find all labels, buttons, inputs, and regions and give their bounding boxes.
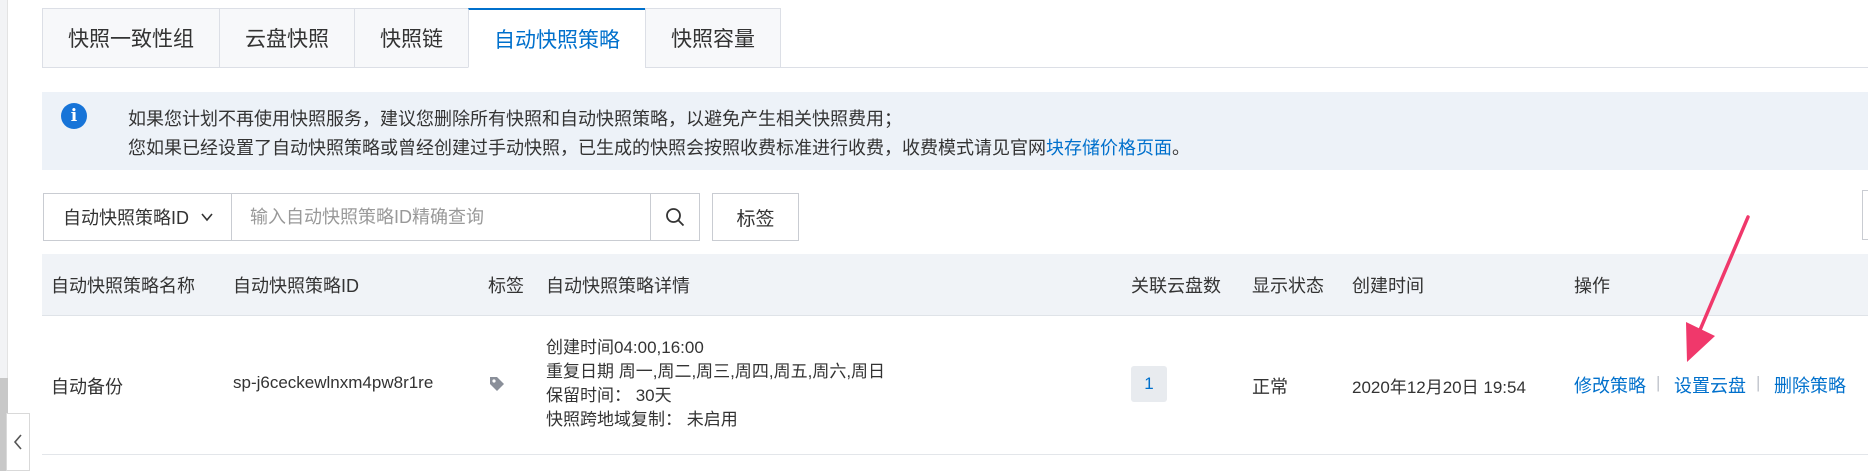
modify-policy-link[interactable]: 修改策略	[1574, 372, 1646, 398]
info-icon: i	[61, 103, 87, 129]
search-button[interactable]	[650, 193, 700, 241]
header-created: 创建时间	[1352, 276, 1424, 296]
header-status: 显示状态	[1252, 276, 1324, 296]
notice-line-1: 如果您计划不再使用快照服务，建议您删除所有快照和自动快照策略，以避免产生相关快照…	[128, 109, 902, 129]
collapse-sidebar-button[interactable]	[6, 413, 30, 471]
search-input[interactable]	[231, 193, 651, 241]
notice-line-2-text: 您如果已经设置了自动快照策略或曾经创建过手动快照，已生成的快照会按照收费标准进行…	[128, 138, 1046, 158]
header-tag: 标签	[488, 276, 524, 296]
search-field-select[interactable]: 自动快照策略ID	[43, 193, 232, 241]
header-disk-count: 关联云盘数	[1131, 276, 1221, 296]
left-edge-strip	[0, 0, 8, 471]
policy-name: 自动备份	[51, 377, 123, 397]
right-edge-button[interactable]	[1862, 190, 1868, 240]
notice-line-2-end: 。	[1172, 138, 1190, 158]
tab-bar: 快照一致性组 云盘快照 快照链 自动快照策略 快照容量	[42, 8, 1868, 68]
set-disk-link[interactable]: 设置云盘	[1674, 372, 1746, 398]
detail-create-time: 创建时间04:00,16:00	[546, 338, 704, 357]
tab-disk-snapshot[interactable]: 云盘快照	[219, 8, 354, 68]
detail-retention: 保留时间： 30天	[546, 386, 672, 405]
search-icon	[666, 208, 685, 227]
block-storage-price-link[interactable]: 块存储价格页面	[1046, 138, 1172, 158]
created-time: 2020年12月20日 19:54	[1352, 378, 1526, 397]
header-policy-id: 自动快照策略ID	[233, 276, 359, 296]
chevron-down-icon	[201, 213, 213, 222]
tag-filter-button[interactable]: 标签	[712, 193, 799, 241]
chevron-left-icon	[13, 434, 22, 450]
detail-cross-region-copy: 快照跨地域复制： 未启用	[546, 410, 738, 429]
table-row: 自动备份 sp-j6ceckewlnxm4pw8r1re 创建时间04:00,1…	[42, 316, 1868, 455]
op-separator: |	[1756, 373, 1761, 392]
policy-detail: 创建时间04:00,16:00 重复日期 周一,周二,周三,周四,周五,周六,周…	[546, 336, 885, 432]
tab-snapshot-capacity[interactable]: 快照容量	[645, 8, 781, 68]
billing-notice: i 如果您计划不再使用快照服务，建议您删除所有快照和自动快照策略，以避免产生相关…	[42, 92, 1868, 170]
tag-icon[interactable]	[488, 375, 506, 393]
notice-line-2: 您如果已经设置了自动快照策略或曾经创建过手动快照，已生成的快照会按照收费标准进行…	[128, 134, 1190, 160]
detail-repeat-days: 重复日期 周一,周二,周三,周四,周五,周六,周日	[546, 362, 886, 381]
policy-id: sp-j6ceckewlnxm4pw8r1re	[233, 373, 434, 392]
annotation-arrow-icon	[1686, 215, 1750, 362]
header-policy-detail: 自动快照策略详情	[546, 276, 690, 296]
tab-consistency-group[interactable]: 快照一致性组	[42, 8, 219, 68]
op-separator: |	[1656, 373, 1661, 392]
disk-count-badge[interactable]: 1	[1131, 366, 1167, 402]
header-policy-name: 自动快照策略名称	[51, 276, 195, 296]
header-operations: 操作	[1574, 276, 1610, 296]
table-header: 自动快照策略名称 自动快照策略ID 标签 自动快照策略详情 关联云盘数 显示状态…	[42, 254, 1868, 316]
delete-policy-link[interactable]: 删除策略	[1774, 372, 1846, 398]
status-text: 正常	[1252, 377, 1288, 397]
tab-auto-snapshot-policy[interactable]: 自动快照策略	[468, 8, 645, 68]
search-field-select-value: 自动快照策略ID	[63, 208, 189, 228]
tab-snapshot-chain[interactable]: 快照链	[354, 8, 468, 68]
